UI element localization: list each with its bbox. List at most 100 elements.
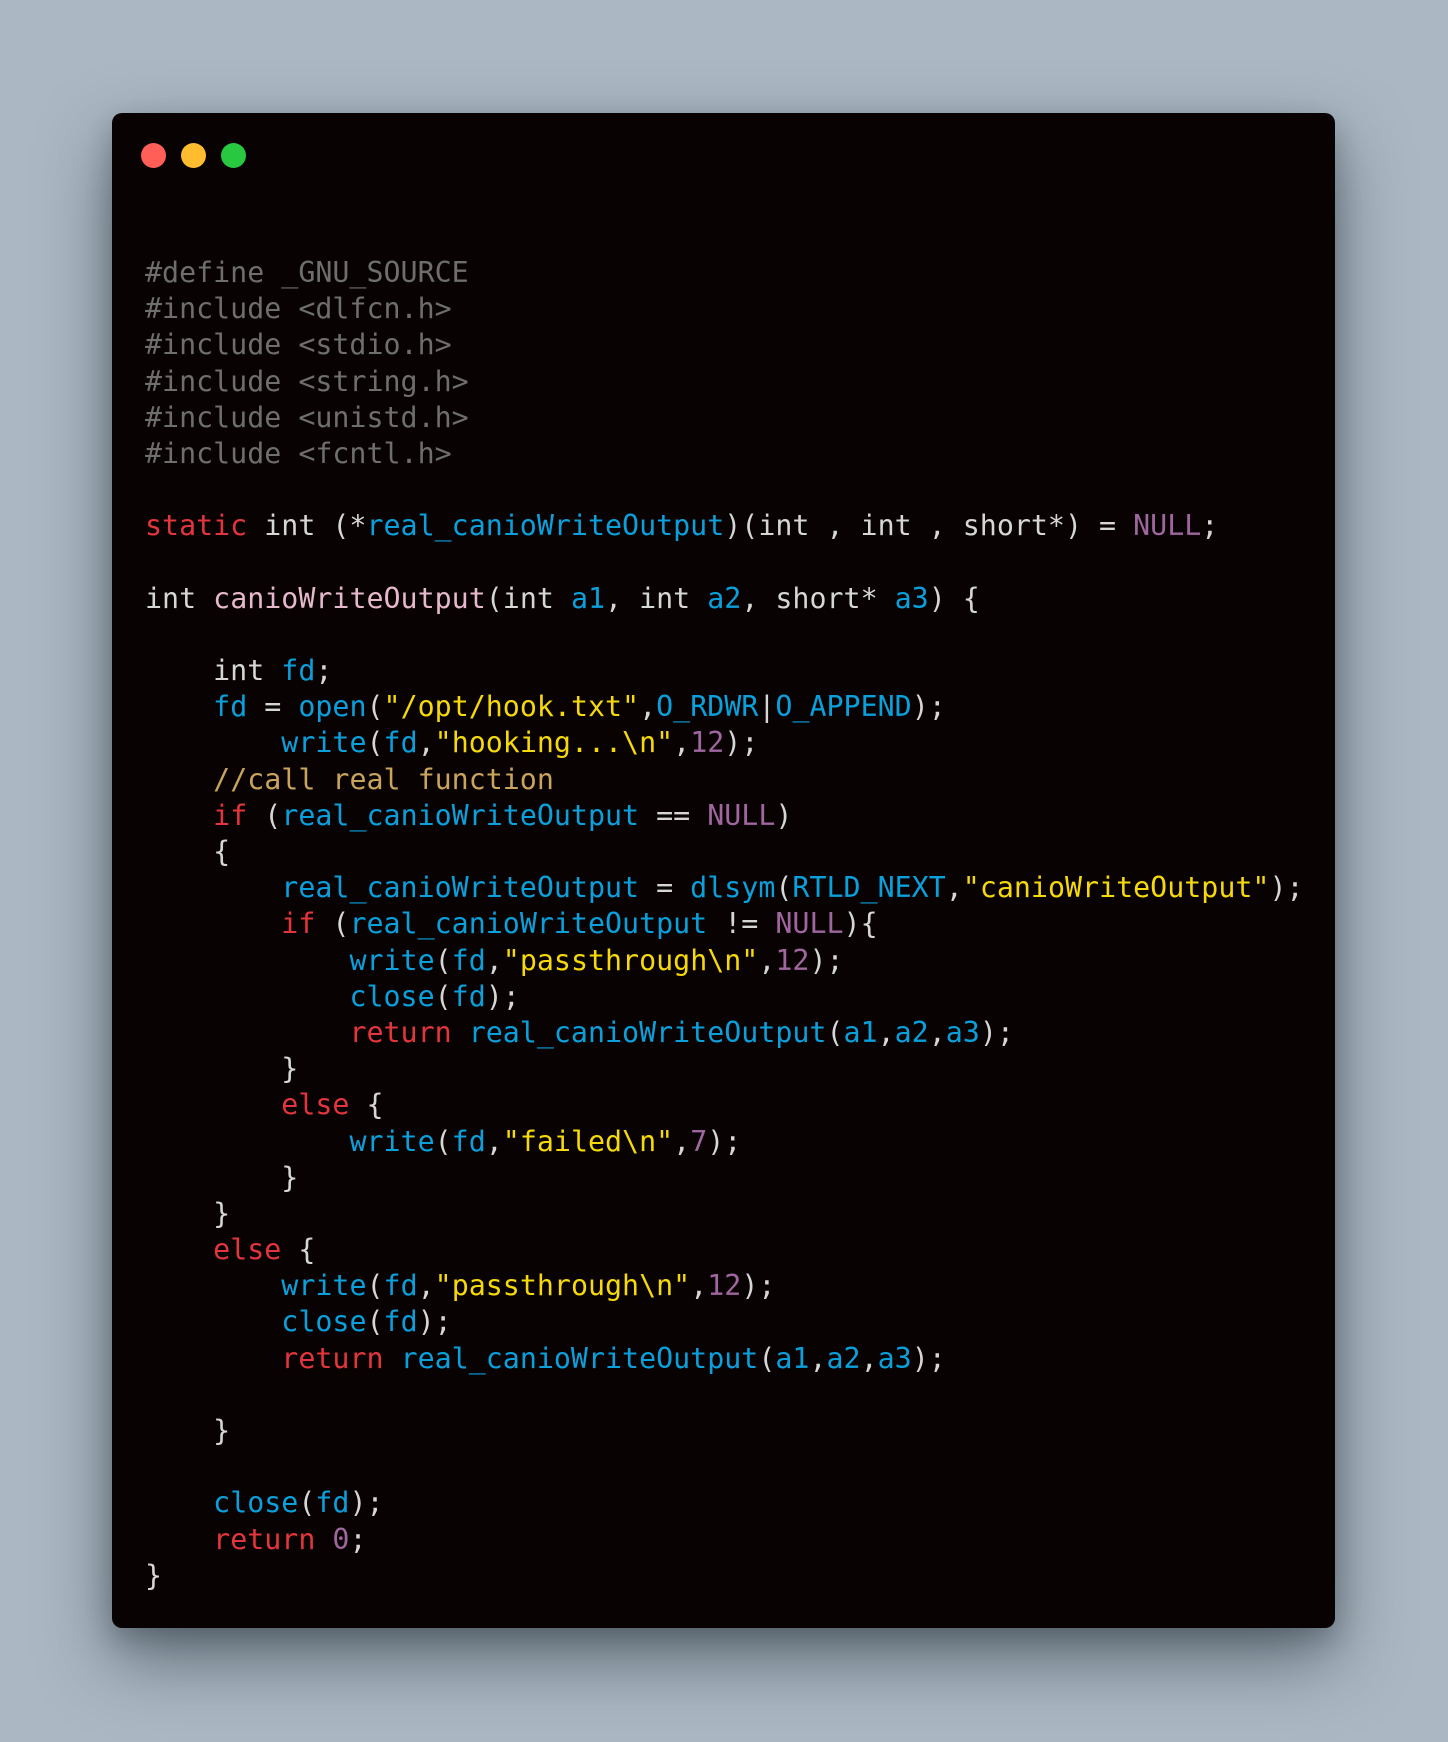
- code-token-ident: fd: [383, 1269, 418, 1303]
- code-line: else {: [145, 1087, 1304, 1123]
- code-token-plain: ): [775, 798, 793, 832]
- code-token-ident: a3: [945, 1015, 980, 1049]
- code-block: #define _GNU_SOURCE #include <dlfcn.h> #in…: [145, 255, 1304, 1594]
- code-token-plain: ,: [417, 726, 435, 760]
- code-line: #include <stdio.h>: [145, 327, 1304, 363]
- code-token-plain: ) {: [928, 581, 980, 615]
- code-token-plain: ,: [860, 1341, 878, 1375]
- code-line: static int (*real_canioWriteOutput)(int …: [145, 508, 1304, 544]
- code-token-plain: ,: [639, 690, 657, 724]
- code-token-keyword: if: [213, 798, 248, 832]
- code-token-keyword: return: [281, 1341, 384, 1375]
- code-line: #include <fcntl.h>: [145, 436, 1304, 472]
- code-token-keyword: else: [281, 1088, 350, 1122]
- code-token-plain: ){: [843, 907, 878, 941]
- code-token-string: "failed\n": [502, 1124, 674, 1158]
- code-token-ident: fd: [383, 1305, 418, 1339]
- code-line: }: [145, 1160, 1304, 1196]
- code-token-func-decl: canioWriteOutput: [213, 581, 486, 615]
- code-line: ​: [145, 472, 1304, 508]
- code-token-preproc: #include <dlfcn.h>: [145, 292, 452, 326]
- code-token-ident: a1: [843, 1015, 878, 1049]
- code-line: write(fd,"passthrough\n",12);: [145, 1268, 1304, 1304]
- code-token-ident: a1: [570, 581, 606, 615]
- code-line: return real_canioWriteOutput(a1,a2,a3);: [145, 1341, 1304, 1377]
- code-token-plain: ,: [485, 943, 503, 977]
- code-token-plain: (: [366, 1305, 384, 1339]
- code-token-plain: ,: [877, 1015, 895, 1049]
- code-token-plain: (: [434, 943, 452, 977]
- code-token-plain: (: [366, 690, 384, 724]
- code-line: close(fd);: [145, 979, 1304, 1015]
- code-token-plain: (: [298, 1486, 316, 1520]
- code-token-preproc: #include <unistd.h>: [145, 400, 469, 434]
- code-token-plain: );: [707, 1124, 742, 1158]
- code-token-plain: (: [434, 979, 452, 1013]
- code-token-plain: (: [366, 1269, 384, 1303]
- maximize-button[interactable]: [221, 143, 246, 168]
- code-line: }: [145, 1413, 1304, 1449]
- code-token-keyword: return: [349, 1015, 452, 1049]
- minimize-button[interactable]: [181, 143, 206, 168]
- code-token-plain: =: [639, 871, 691, 905]
- close-button[interactable]: [141, 143, 166, 168]
- code-line: return 0;: [145, 1522, 1304, 1558]
- code-line: ​: [145, 1377, 1304, 1413]
- code-token-plain: )(int , int , short*) =: [724, 509, 1134, 543]
- code-token-ident: real_canioWriteOutput: [281, 798, 640, 832]
- code-token-ident: close: [213, 1486, 299, 1520]
- code-token-ident: fd: [383, 726, 418, 760]
- code-line: int canioWriteOutput(int a1, int a2, sho…: [145, 581, 1304, 617]
- code-line: #include <string.h>: [145, 364, 1304, 400]
- code-token-ident: a2: [826, 1341, 861, 1375]
- code-token-preproc: #include <stdio.h>: [145, 328, 452, 362]
- code-token-ident: a1: [775, 1341, 810, 1375]
- code-token-plain: , int: [605, 581, 708, 615]
- code-token-plain: !=: [707, 907, 776, 941]
- code-token-keyword: else: [213, 1233, 282, 1267]
- code-token-preproc: #include <string.h>: [145, 364, 469, 398]
- code-line: #include <unistd.h>: [145, 400, 1304, 436]
- code-token-plain: {: [349, 1088, 384, 1122]
- code-token-ident: O_RDWR: [656, 690, 759, 724]
- code-line: }: [145, 1051, 1304, 1087]
- code-token-ident: real_canioWriteOutput: [349, 907, 708, 941]
- code-token-number: 12: [690, 726, 725, 760]
- code-token-plain: );: [741, 1269, 776, 1303]
- code-line: return real_canioWriteOutput(a1,a2,a3);: [145, 1015, 1304, 1051]
- code-token-number: 7: [690, 1124, 708, 1158]
- code-token-ident: write: [349, 1124, 435, 1158]
- code-token-ident: open: [298, 690, 367, 724]
- code-token-plain: );: [979, 1015, 1014, 1049]
- code-line: }: [145, 1196, 1304, 1232]
- code-token-plain: int (*: [247, 509, 367, 543]
- code-line: //call real function: [145, 762, 1304, 798]
- code-token-plain: );: [417, 1305, 452, 1339]
- code-token-plain: ,: [673, 726, 691, 760]
- code-token-plain: }: [145, 1414, 231, 1447]
- code-line: write(fd,"failed\n",7);: [145, 1124, 1304, 1160]
- code-token-ident: write: [281, 726, 367, 760]
- code-token-plain: (: [826, 1015, 844, 1049]
- code-token-ident: fd: [213, 690, 248, 724]
- code-line: write(fd,"hooking...\n",12);: [145, 725, 1304, 761]
- code-token-ident: a3: [894, 581, 929, 615]
- code-token-preproc: #define _GNU_SOURCE: [145, 256, 469, 289]
- code-token-plain: (: [434, 1124, 452, 1158]
- code-token-plain: );: [911, 1341, 946, 1375]
- code-token-plain: {: [281, 1233, 316, 1267]
- code-token-ident: real_canioWriteOutput: [366, 509, 725, 543]
- code-token-ident: dlsym: [690, 871, 776, 905]
